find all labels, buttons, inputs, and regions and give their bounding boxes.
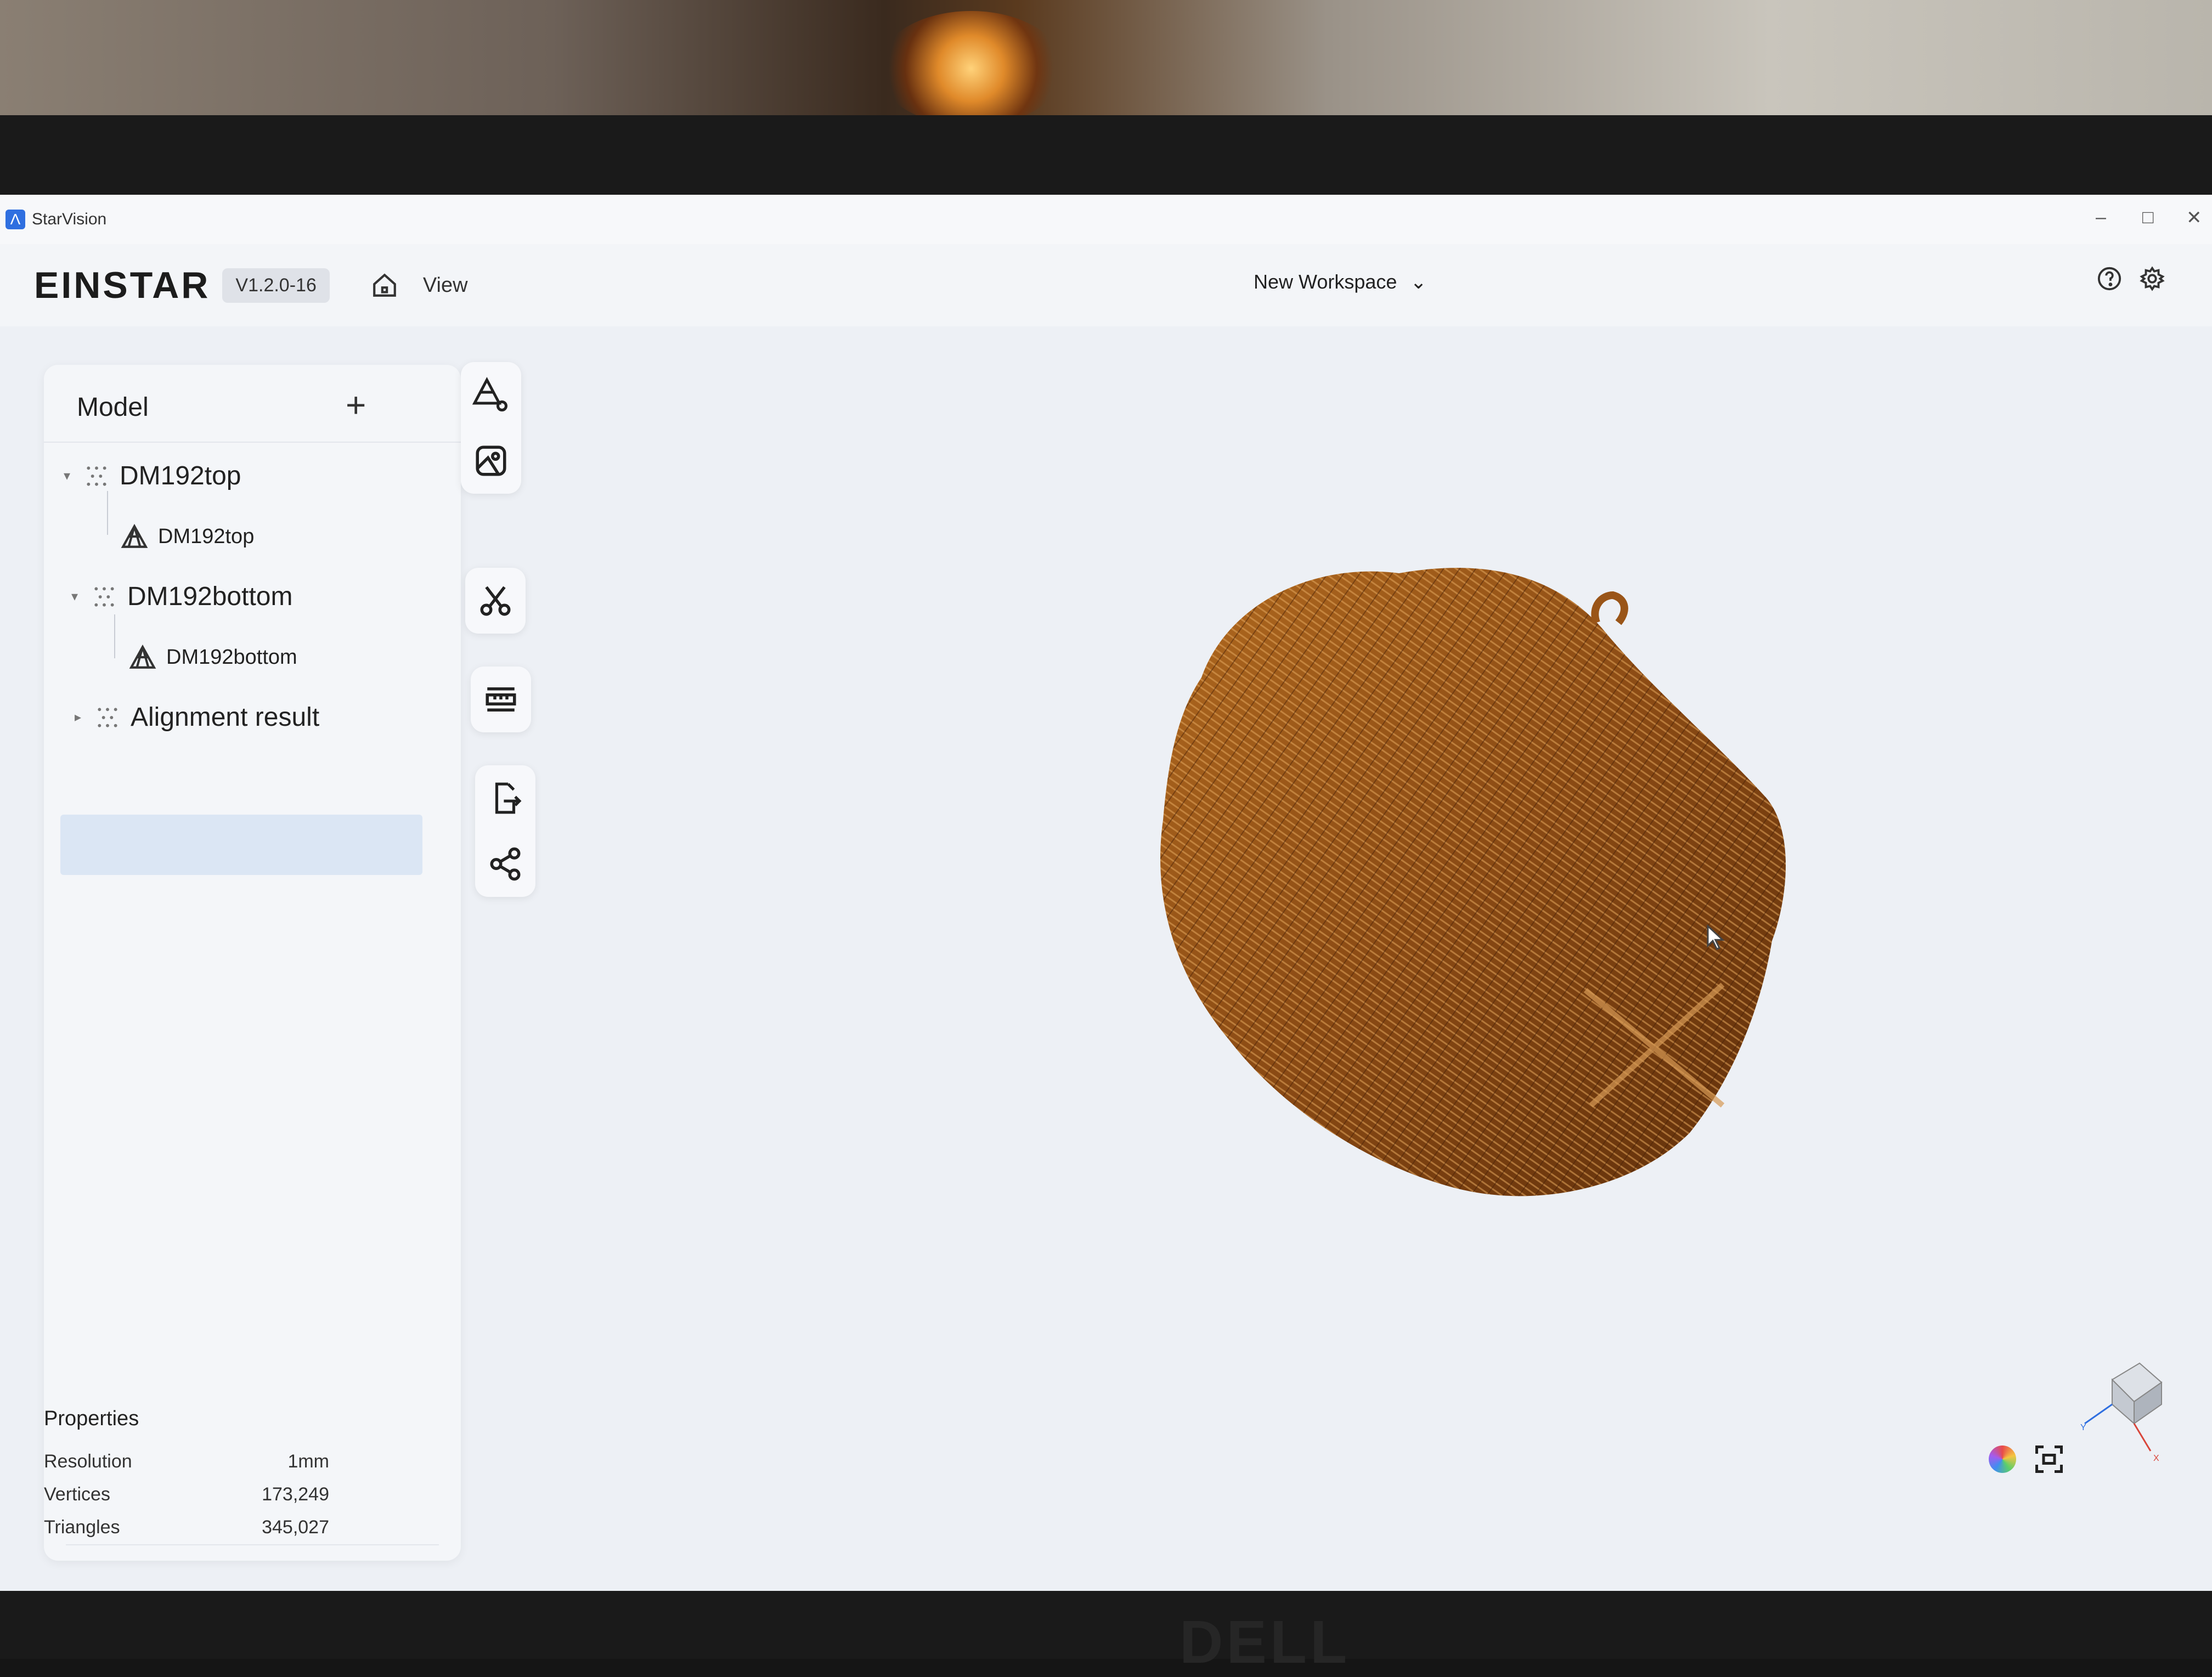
properties-title: Properties	[44, 1407, 139, 1430]
app-name: StarVision	[32, 210, 107, 228]
3d-viewport[interactable]: X Y	[494, 326, 2212, 1588]
property-label: Resolution	[44, 1451, 132, 1472]
monitor-brand: DELL	[1180, 1608, 1351, 1676]
tree-mesh-dm192bottom[interactable]: DM192bottom	[129, 645, 297, 670]
tree-mesh-label: DM192top	[158, 524, 255, 548]
tree-group-dm192top[interactable]: ▾ DM192top	[64, 461, 241, 491]
property-row-resolution: Resolution 1mm	[44, 1451, 329, 1472]
tree-mesh-dm192top[interactable]: DM192top	[121, 524, 254, 549]
property-row-vertices: Vertices 173,249	[44, 1484, 329, 1505]
axis-orientation-gizmo[interactable]: X Y	[2079, 1358, 2167, 1467]
scanned-basket-model[interactable]	[1141, 513, 1887, 1248]
point-cloud-icon	[98, 707, 117, 727]
expand-caret-icon[interactable]: ▾	[64, 468, 80, 484]
workspace-label: New Workspace	[1254, 270, 1397, 293]
chevron-down-icon: ⌄	[1410, 270, 1427, 293]
mesh-icon	[129, 645, 156, 669]
settings-button[interactable]	[2140, 266, 2165, 294]
tree-group-label: Alignment result	[131, 703, 320, 732]
properties-section: Properties Resolution 1mm Vertices 173,2…	[22, 1407, 395, 1583]
mesh-icon	[121, 524, 148, 548]
home-button[interactable]	[368, 269, 401, 302]
property-label: Triangles	[44, 1517, 120, 1538]
close-button[interactable]: ✕	[2186, 207, 2202, 229]
tree-mesh-label: DM192bottom	[166, 645, 297, 669]
point-cloud-icon	[94, 586, 114, 607]
app-header: EINSTAR V1.2.0-16 View New Workspace ⌄	[0, 244, 2212, 326]
view-menu[interactable]: View	[423, 274, 468, 297]
app-icon: Λ	[5, 210, 25, 229]
property-value: 173,249	[262, 1484, 329, 1505]
minimize-button[interactable]: –	[2096, 207, 2106, 228]
color-mode-button[interactable]	[1989, 1446, 2016, 1473]
background-lamp	[878, 11, 1064, 126]
tree-connector	[107, 491, 108, 535]
point-cloud-icon	[87, 466, 106, 486]
window-titlebar: Λ StarVision – □ ✕	[0, 195, 2212, 244]
add-model-button[interactable]: +	[346, 385, 366, 425]
maximize-button[interactable]: □	[2142, 207, 2154, 228]
version-badge: V1.2.0-16	[222, 268, 330, 303]
property-label: Vertices	[44, 1484, 110, 1505]
property-value: 345,027	[262, 1517, 329, 1538]
tree-connector	[114, 614, 115, 658]
selected-row-highlight	[60, 815, 422, 875]
axis-x-label: X	[2153, 1454, 2159, 1463]
expand-caret-icon[interactable]: ▾	[71, 589, 88, 605]
mouse-cursor-icon	[1707, 924, 1725, 950]
help-icon	[2097, 267, 2121, 291]
app-logo: EINSTAR	[34, 264, 211, 306]
tree-group-label: DM192top	[120, 461, 241, 490]
screen: Λ StarVision – □ ✕ EINSTAR V1.2.0-16 Vie…	[0, 195, 2212, 1591]
tree-group-label: DM192bottom	[127, 582, 293, 611]
gear-icon	[2140, 266, 2165, 291]
model-panel-header: Model +	[44, 365, 461, 443]
workspace-dropdown[interactable]: New Workspace ⌄	[1254, 270, 1427, 293]
help-button[interactable]	[2097, 266, 2122, 294]
model-panel-title: Model	[77, 393, 149, 422]
tree-group-alignment-result[interactable]: ▸ Alignment result	[75, 702, 319, 732]
home-icon	[373, 273, 396, 297]
property-value: 1mm	[287, 1451, 329, 1472]
axis-y-label: Y	[2080, 1423, 2086, 1432]
expand-caret-icon[interactable]: ▸	[75, 709, 91, 725]
tree-group-dm192bottom[interactable]: ▾ DM192bottom	[71, 581, 292, 612]
model-panel: Model + ▾ DM192top DM192top ▾ DM192botto…	[44, 365, 461, 1561]
fit-view-icon[interactable]	[2033, 1443, 2066, 1476]
property-row-triangles: Triangles 345,027	[44, 1517, 329, 1538]
